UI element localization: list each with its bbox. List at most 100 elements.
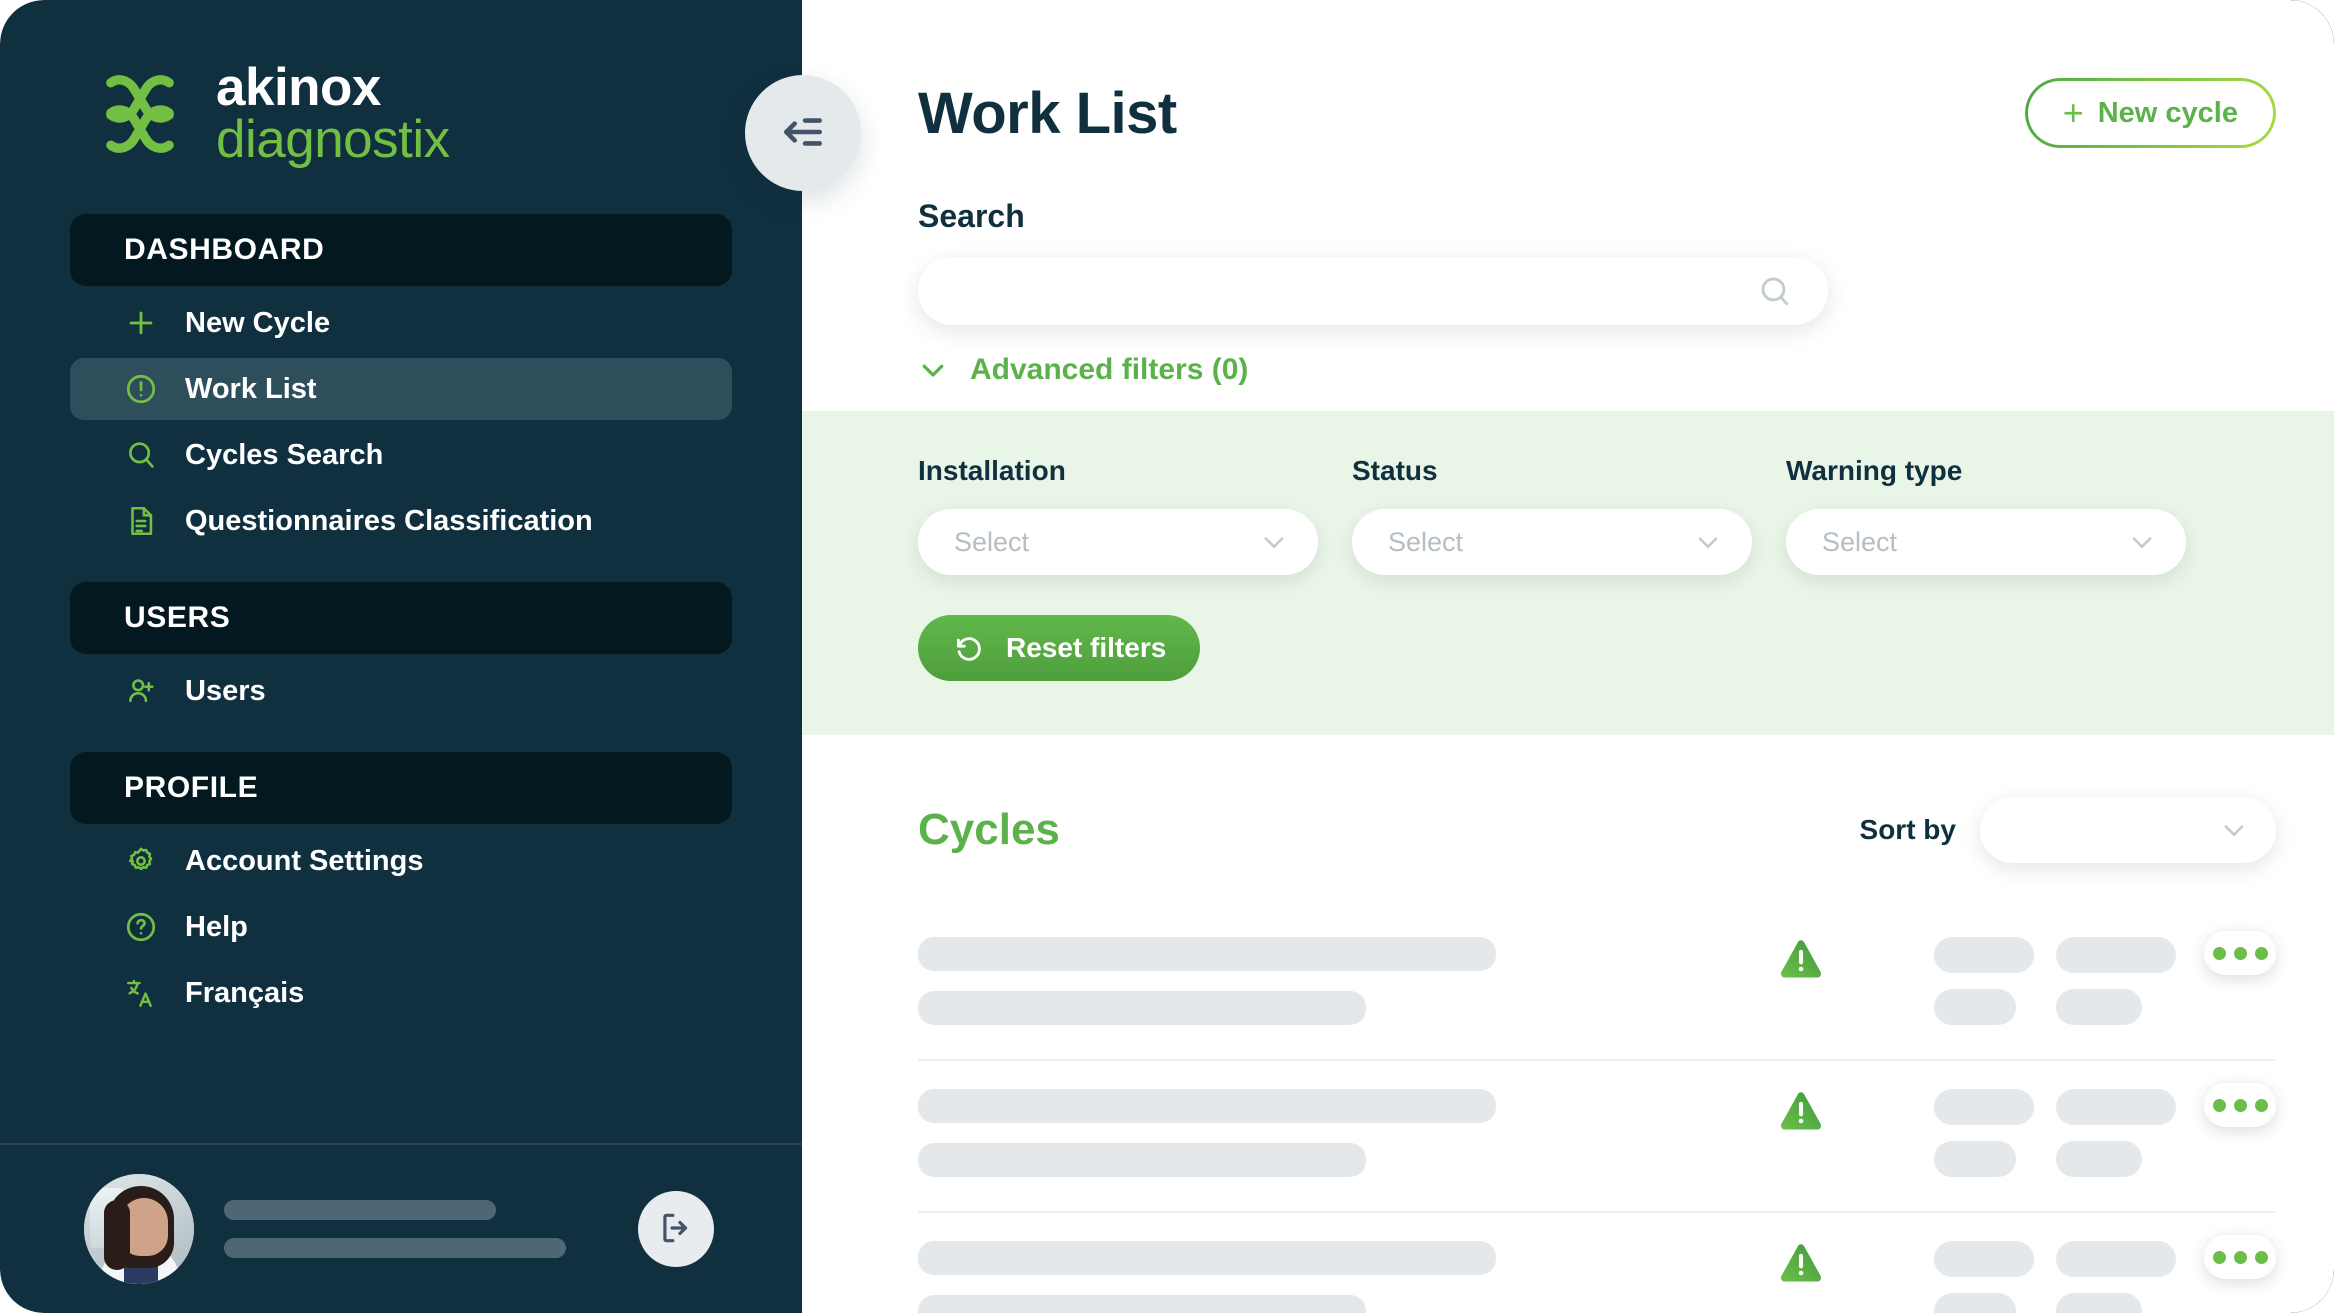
row-text-skeleton	[918, 1083, 1668, 1177]
more-options-icon	[2254, 1098, 2268, 1112]
warning-type-select[interactable]: Select	[1786, 509, 2186, 575]
collapse-sidebar-button[interactable]	[745, 75, 861, 191]
search-icon[interactable]	[1756, 272, 1794, 310]
chip-column	[2056, 1241, 2176, 1313]
skeleton-chip	[1934, 1141, 2016, 1177]
more-options-icon	[2212, 1250, 2226, 1264]
question-circle-icon	[124, 910, 158, 944]
sort-by-select[interactable]	[1980, 797, 2276, 863]
avatar[interactable]	[84, 1174, 194, 1284]
more-options-button[interactable]	[2204, 1235, 2276, 1279]
sidebar-item-francais[interactable]: Français	[70, 962, 732, 1024]
sidebar-item-label: Cycles Search	[185, 438, 384, 471]
more-options-icon	[2233, 1098, 2247, 1112]
akinox-logo-icon	[88, 62, 192, 166]
table-row[interactable]	[918, 1061, 2276, 1213]
chevron-down-icon	[2220, 816, 2248, 844]
skeleton-chip	[2056, 937, 2176, 973]
main-content: Work List + New cycle Search Advanced fi…	[802, 0, 2334, 1313]
advanced-filters-toggle[interactable]: Advanced filters (0)	[918, 353, 1248, 387]
more-options-button[interactable]	[2204, 1083, 2276, 1127]
row-warning	[1668, 1235, 1934, 1291]
more-options-icon	[2212, 1098, 2226, 1112]
sidebar-section-label: DASHBOARD	[124, 233, 325, 266]
sort-by-control: Sort by	[1860, 797, 2276, 863]
collapse-sidebar-icon	[778, 107, 828, 160]
search-box[interactable]	[918, 257, 1828, 325]
filter-field-warning-type: Warning type Select	[1786, 455, 2186, 575]
more-options-icon	[2233, 1250, 2247, 1264]
skeleton-line	[918, 1241, 1496, 1275]
table-row[interactable]	[918, 909, 2276, 1061]
more-options-icon	[2212, 946, 2226, 960]
sidebar-item-cycles-search[interactable]: Cycles Search	[70, 424, 732, 486]
warning-triangle-icon	[1774, 933, 1828, 987]
skeleton-chip	[2056, 1141, 2142, 1177]
logout-button[interactable]	[638, 1191, 714, 1267]
sidebar-item-label: Users	[185, 674, 266, 707]
cycles-section: Cycles Sort by	[802, 735, 2334, 1313]
sidebar: akinox diagnostix DASHBOARD New Cycle Wo…	[0, 0, 802, 1313]
translate-icon	[124, 976, 158, 1010]
skeleton-line	[918, 1143, 1366, 1177]
warning-triangle-icon	[1774, 1237, 1828, 1291]
plus-icon	[124, 306, 158, 340]
row-warning	[1668, 931, 1934, 987]
sidebar-nav: DASHBOARD New Cycle Work List Cycles Sea…	[0, 214, 802, 1143]
status-select[interactable]: Select	[1352, 509, 1752, 575]
more-options-icon	[2254, 946, 2268, 960]
document-icon	[124, 504, 158, 538]
alert-circle-icon	[124, 372, 158, 406]
skeleton-line	[918, 991, 1366, 1025]
installation-select[interactable]: Select	[918, 509, 1318, 575]
reset-filters-button[interactable]: Reset filters	[918, 615, 1201, 681]
sidebar-section-label: PROFILE	[124, 771, 259, 804]
search-input[interactable]	[952, 275, 1756, 307]
sidebar-item-new-cycle[interactable]: New Cycle	[70, 292, 732, 354]
filter-label: Warning type	[1786, 455, 1963, 486]
sidebar-item-label: Français	[185, 976, 305, 1009]
cycles-list	[918, 909, 2276, 1313]
select-value: Select	[1388, 526, 1464, 557]
filter-label: Installation	[918, 455, 1066, 486]
table-row[interactable]	[918, 1213, 2276, 1313]
filter-field-installation: Installation Select	[918, 455, 1318, 575]
chevron-down-icon	[918, 355, 948, 385]
skeleton-chip	[1934, 1089, 2034, 1125]
search-label: Search	[918, 198, 1025, 234]
sidebar-item-account-settings[interactable]: Account Settings	[70, 830, 732, 892]
sidebar-item-help[interactable]: Help	[70, 896, 732, 958]
undo-icon	[952, 631, 986, 665]
app-window: akinox diagnostix DASHBOARD New Cycle Wo…	[0, 0, 2334, 1313]
chevron-down-icon	[2128, 528, 2156, 556]
sidebar-item-label: New Cycle	[185, 306, 331, 339]
more-options-button[interactable]	[2204, 931, 2276, 975]
sidebar-section-users: USERS	[70, 582, 732, 654]
warning-triangle-icon	[1774, 1085, 1828, 1139]
cycles-title: Cycles	[918, 805, 1060, 854]
skeleton-chip	[2056, 989, 2142, 1025]
gear-icon	[124, 844, 158, 878]
sidebar-item-users[interactable]: Users	[70, 660, 732, 722]
brand-logo[interactable]: akinox diagnostix	[0, 0, 802, 166]
sidebar-item-label: Questionnaires Classification	[185, 504, 593, 537]
advanced-filters-label: Advanced filters (0)	[970, 353, 1249, 386]
user-name-placeholder	[224, 1200, 496, 1220]
sidebar-item-questionnaires-classification[interactable]: Questionnaires Classification	[70, 490, 732, 552]
skeleton-line	[918, 1089, 1496, 1123]
chip-column	[1934, 1089, 2034, 1177]
skeleton-line	[918, 937, 1496, 971]
new-cycle-button[interactable]: + New cycle	[2024, 78, 2276, 148]
filter-label: Status	[1352, 455, 1438, 486]
advanced-filters-panel: Installation Select Status Select Warnin…	[802, 411, 2334, 735]
more-options-icon	[2254, 1250, 2268, 1264]
sidebar-item-work-list[interactable]: Work List	[70, 358, 732, 420]
select-value: Select	[954, 526, 1030, 557]
user-add-icon	[124, 674, 158, 708]
skeleton-chip	[2056, 1293, 2142, 1313]
sidebar-item-label: Work List	[185, 372, 317, 405]
page-header-row: Work List + New cycle	[918, 0, 2276, 148]
sidebar-item-label: Account Settings	[185, 844, 424, 877]
skeleton-chip	[1934, 937, 2034, 973]
